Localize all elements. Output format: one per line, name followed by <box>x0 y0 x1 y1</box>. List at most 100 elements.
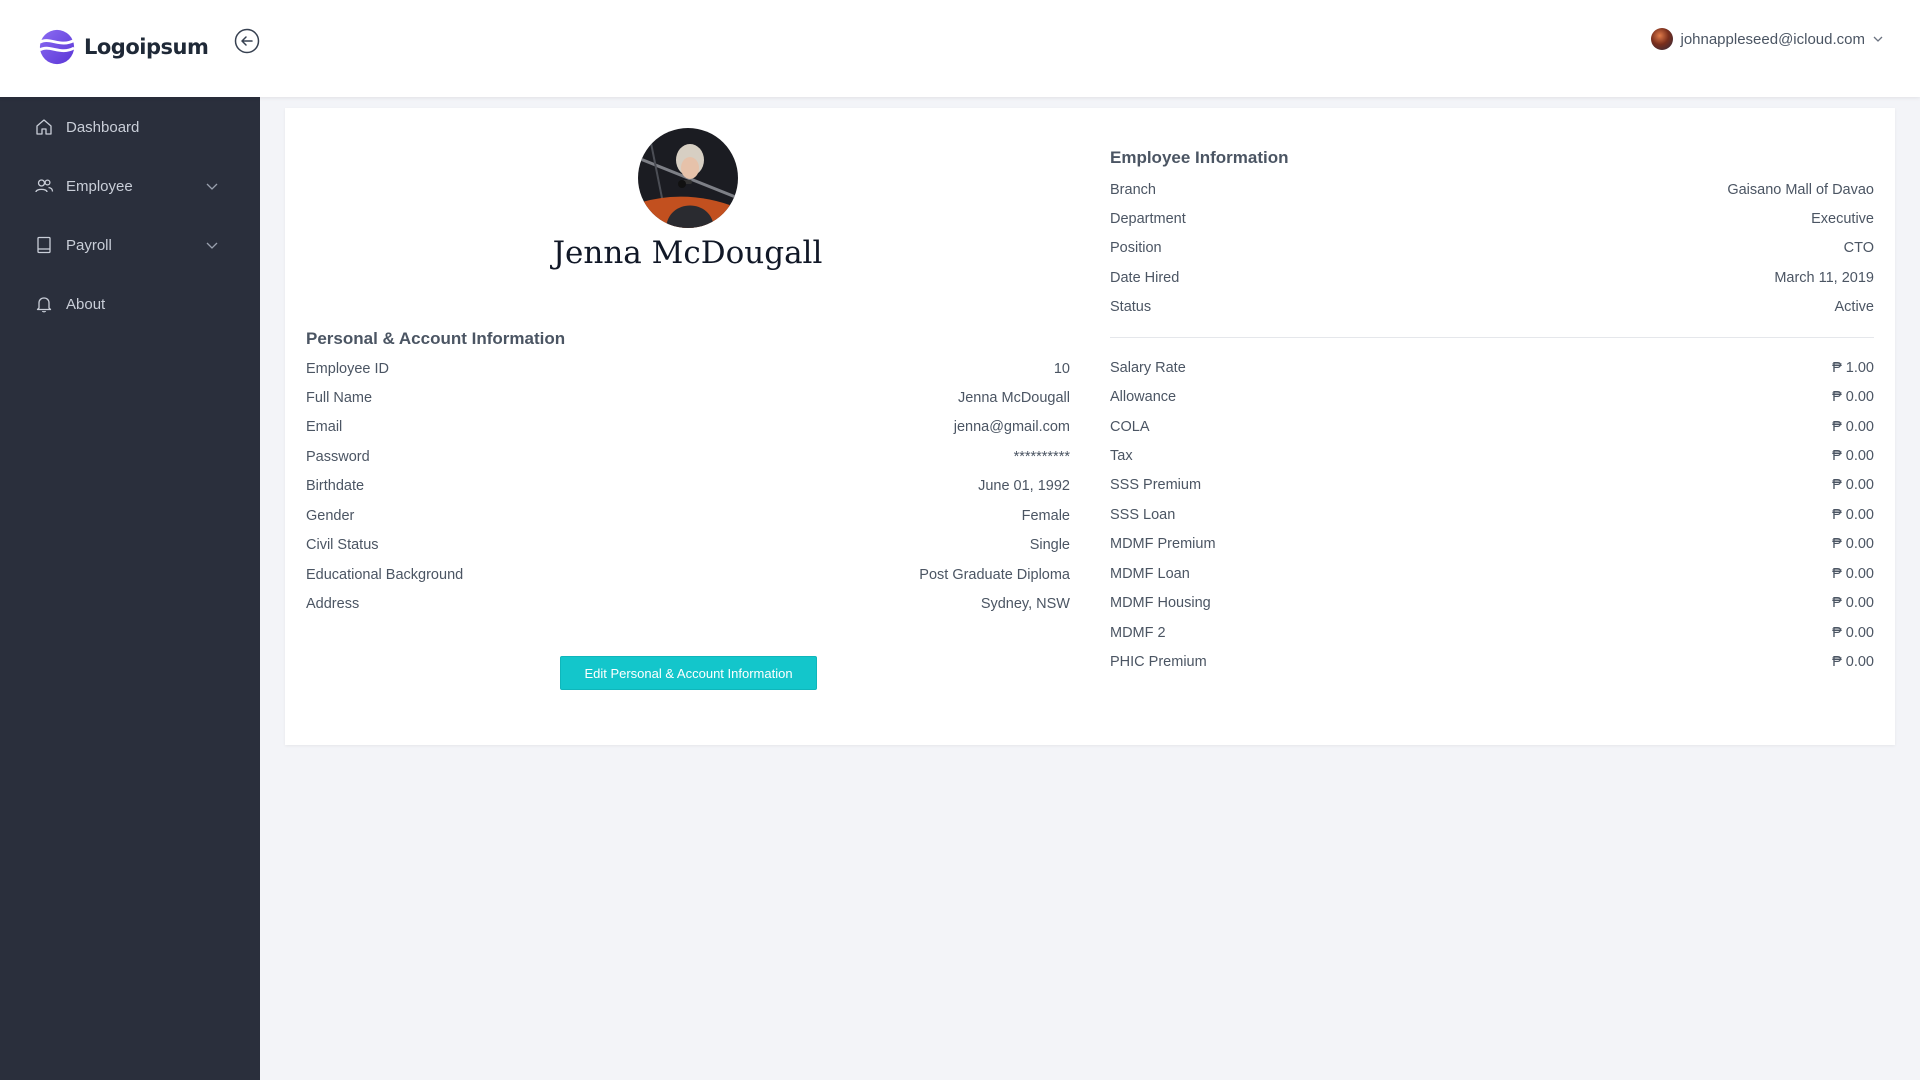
user-email: johnappleseed@icloud.com <box>1680 30 1865 48</box>
info-label: SSS Premium <box>1110 477 1202 493</box>
info-row-sss-loan: SSS Loan ₱ 0.00 <box>1110 504 1874 526</box>
sidebar-item-dashboard[interactable]: Dashboard <box>0 107 260 147</box>
info-label: Civil Status <box>306 537 379 553</box>
info-label: Educational Background <box>306 567 464 583</box>
info-label: Birthdate <box>306 478 365 494</box>
info-value: 10 <box>1053 361 1070 377</box>
info-value: ₱ 0.00 <box>1832 654 1874 670</box>
info-value: Female <box>1021 508 1070 524</box>
info-row-mdmf-loan: MDMF Loan ₱ 0.00 <box>1110 563 1874 585</box>
info-label: COLA <box>1110 419 1150 435</box>
info-row-employee-id: Employee ID 10 <box>306 358 1070 380</box>
chevron-down-icon <box>206 242 218 249</box>
info-value: jenna@gmail.com <box>953 419 1070 435</box>
info-row-mdmf-premium: MDMF Premium ₱ 0.00 <box>1110 533 1874 555</box>
info-value: ₱ 0.00 <box>1832 566 1874 582</box>
info-label: Salary Rate <box>1110 360 1186 376</box>
info-label: Department <box>1110 211 1186 227</box>
sidebar-item-label: Payroll <box>66 236 112 254</box>
info-value: ₱ 0.00 <box>1832 477 1874 493</box>
back-arrow-icon[interactable] <box>234 28 260 54</box>
user-menu[interactable]: johnappleseed@icloud.com <box>1651 28 1884 50</box>
info-row-status: Status Active <box>1110 296 1874 318</box>
info-row-mdmf-housing: MDMF Housing ₱ 0.00 <box>1110 592 1874 614</box>
bell-icon <box>36 297 52 313</box>
info-row-civil-status: Civil Status Single <box>306 534 1070 556</box>
info-row-branch: Branch Gaisano Mall of Davao <box>1110 179 1874 201</box>
info-row-password: Password ********** <box>306 446 1070 468</box>
info-value: ₱ 0.00 <box>1832 595 1874 611</box>
sidebar-item-label: About <box>66 295 106 313</box>
info-label: Password <box>306 449 370 465</box>
info-value: ₱ 0.00 <box>1832 507 1874 523</box>
info-value: Gaisano Mall of Davao <box>1727 182 1874 198</box>
info-label: Full Name <box>306 390 373 406</box>
info-label: Position <box>1110 240 1162 256</box>
info-label: Status <box>1110 299 1152 315</box>
info-value: ₱ 0.00 <box>1832 625 1874 641</box>
info-row-address: Address Sydney, NSW <box>306 593 1070 615</box>
users-icon <box>35 179 54 193</box>
info-value: ₱ 0.00 <box>1832 448 1874 464</box>
info-label: Email <box>306 419 343 435</box>
info-label: MDMF Loan <box>1110 566 1190 582</box>
employee-name: Jenna McDougall <box>552 235 823 271</box>
info-row-position: Position CTO <box>1110 237 1874 259</box>
info-row-mdmf-2: MDMF 2 ₱ 0.00 <box>1110 622 1874 644</box>
info-row-allowance: Allowance ₱ 0.00 <box>1110 386 1874 408</box>
personal-section-title: Personal & Account Information <box>306 329 566 348</box>
profile-photo <box>638 128 738 228</box>
info-value: ₱ 1.00 <box>1832 360 1874 376</box>
info-row-sss-premium: SSS Premium ₱ 0.00 <box>1110 474 1874 496</box>
info-label: MDMF Housing <box>1110 595 1211 611</box>
logo[interactable]: Logoipsum <box>38 28 209 66</box>
info-value: ₱ 0.00 <box>1832 419 1874 435</box>
sidebar-item-employee[interactable]: Employee <box>0 166 260 206</box>
info-label: Allowance <box>1110 389 1177 405</box>
book-icon <box>37 236 51 254</box>
sidebar-item-label: Dashboard <box>66 118 140 136</box>
info-label: SSS Loan <box>1110 507 1176 523</box>
logo-text: Logoipsum <box>84 35 209 59</box>
sidebar: Dashboard Employee Payroll About <box>0 97 260 1080</box>
edit-personal-info-button[interactable]: Edit Personal & Account Information <box>560 656 817 690</box>
info-row-tax: Tax ₱ 0.00 <box>1110 445 1874 467</box>
info-row-full-name: Full Name Jenna McDougall <box>306 387 1070 409</box>
employee-section-title: Employee Information <box>1110 148 1289 167</box>
info-value: Sydney, NSW <box>980 596 1070 612</box>
info-value: Jenna McDougall <box>957 390 1070 406</box>
info-label: Address <box>306 596 360 612</box>
info-label: Date Hired <box>1110 270 1180 286</box>
info-value: ₱ 0.00 <box>1832 389 1874 405</box>
info-label: Employee ID <box>306 361 390 377</box>
info-label: MDMF 2 <box>1110 625 1166 641</box>
section-divider <box>1110 337 1874 338</box>
info-row-salary-rate: Salary Rate ₱ 1.00 <box>1110 357 1874 379</box>
info-row-cola: COLA ₱ 0.00 <box>1110 416 1874 438</box>
info-row-gender: Gender Female <box>306 505 1070 527</box>
logo-mark-icon <box>39 29 75 65</box>
profile-photo-image <box>638 128 738 228</box>
info-row-birthdate: Birthdate June 01, 1992 <box>306 475 1070 497</box>
info-value: June 01, 1992 <box>978 478 1070 494</box>
info-value: CTO <box>1843 240 1874 256</box>
user-avatar <box>1651 28 1674 50</box>
info-value: Post Graduate Diploma <box>919 567 1070 583</box>
info-value: Active <box>1834 299 1875 315</box>
info-row-education: Educational Background Post Graduate Dipl… <box>306 564 1070 586</box>
info-value: ₱ 0.00 <box>1832 536 1874 552</box>
home-icon <box>36 119 52 135</box>
top-header: Logoipsum johnappleseed@icloud.com <box>0 0 1920 97</box>
info-value: Executive <box>1811 211 1874 227</box>
info-row-phic-premium: PHIC Premium ₱ 0.00 <box>1110 651 1874 673</box>
chevron-down-icon <box>1873 36 1883 42</box>
info-label: MDMF Premium <box>1110 536 1216 552</box>
sidebar-item-payroll[interactable]: Payroll <box>0 225 260 265</box>
info-value: ********** <box>1013 449 1070 465</box>
sidebar-item-about[interactable]: About <box>0 284 260 324</box>
info-label: Branch <box>1110 182 1156 198</box>
info-row-department: Department Executive <box>1110 208 1874 230</box>
chevron-down-icon <box>206 183 218 190</box>
info-row-date-hired: Date Hired March 11, 2019 <box>1110 267 1874 289</box>
info-label: Tax <box>1110 448 1133 464</box>
